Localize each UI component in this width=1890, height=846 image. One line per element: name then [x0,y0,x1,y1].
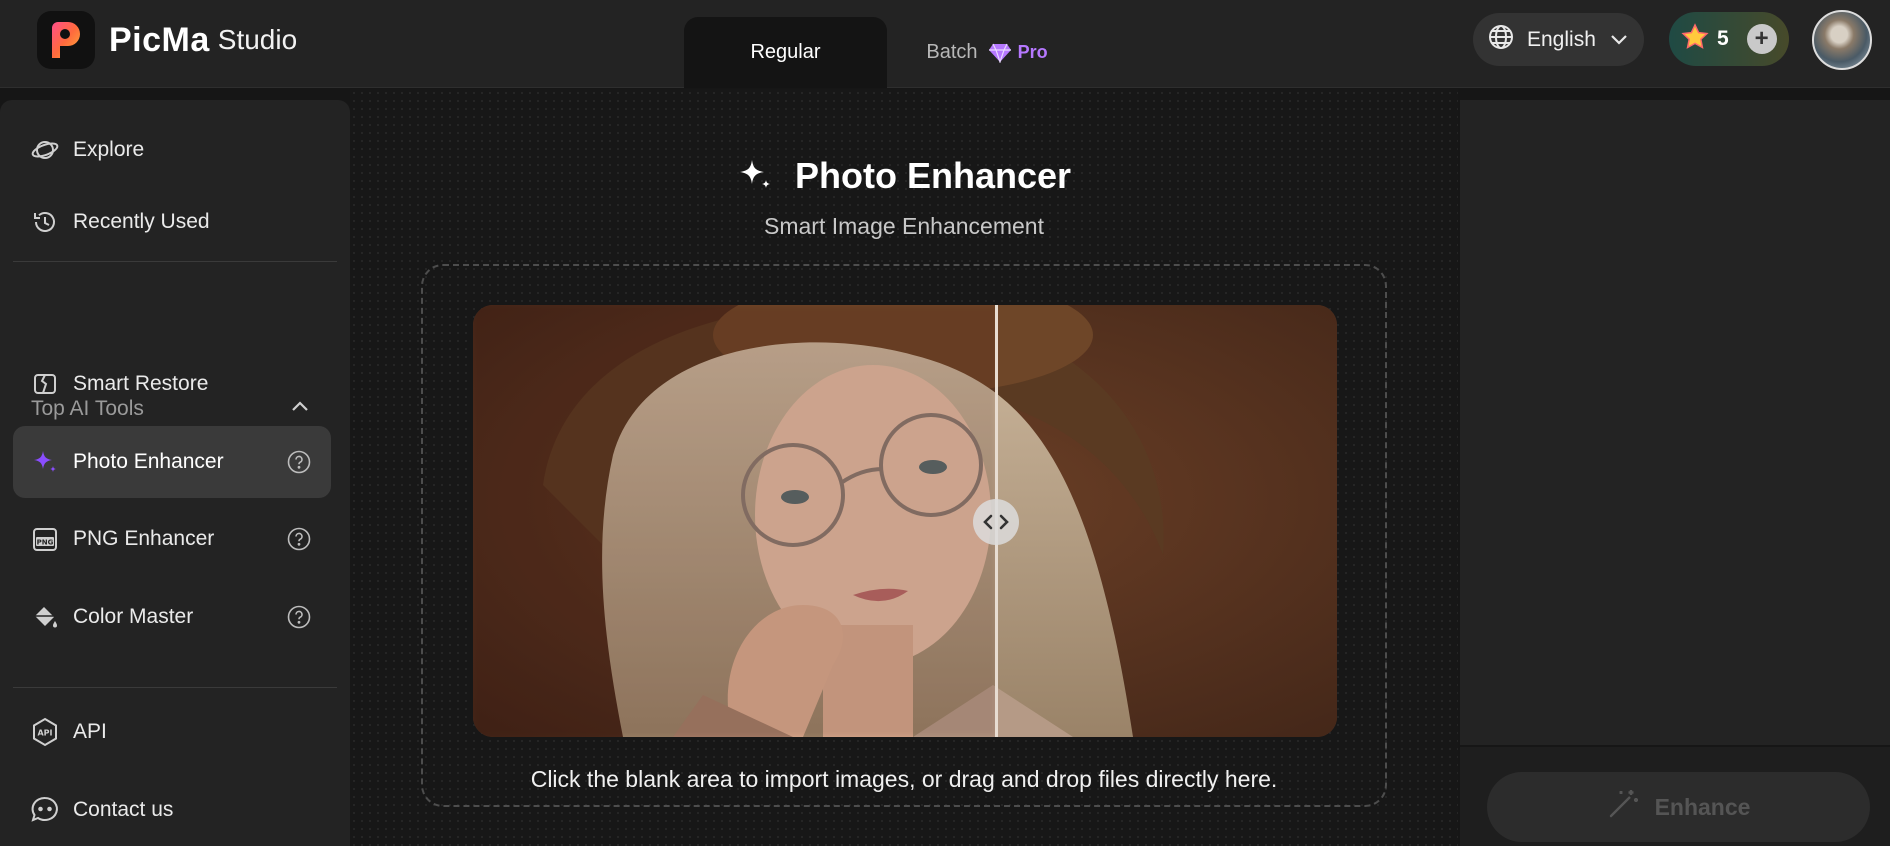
sidebar-item-label: Recently Used [73,210,210,233]
smart-restore-icon [30,369,60,399]
sidebar-item-explore[interactable]: Explore [13,114,331,186]
sidebar-item-contact[interactable]: Contact us [13,774,331,846]
top-bar: PicMa Studio Regular Batch Pro English 5… [0,0,1890,88]
globe-icon [1487,23,1515,57]
sidebar-item-photo-enhancer[interactable]: Photo Enhancer [13,426,331,498]
planet-icon [30,135,60,165]
upload-dropzone[interactable]: Click the blank area to import images, o… [421,264,1387,807]
sidebar-item-recent[interactable]: Recently Used [13,186,331,258]
sidebar-item-color-master[interactable]: Color Master [13,581,331,653]
magic-wand-icon [1607,788,1639,826]
language-selector[interactable]: English [1473,13,1644,66]
picma-logo-icon [37,11,95,69]
page-subtitle: Smart Image Enhancement [764,213,1044,239]
sparkle-icon [737,156,773,197]
chevron-down-icon [1610,34,1628,46]
page-title: Photo Enhancer [794,155,1072,196]
app-logo[interactable]: PicMa Studio [37,11,297,69]
sidebar-item-png-enhancer[interactable]: PNG PNG Enhancer [13,503,331,575]
svg-text:PNG: PNG [37,539,54,547]
sidebar-divider [13,687,337,688]
main-workspace: Photo Enhancer Smart Image Enhancement C… [350,89,1458,846]
page-header: Photo Enhancer [350,155,1458,197]
tab-batch-label: Batch [926,41,978,63]
tab-regular[interactable]: Regular [684,17,887,88]
diamond-icon [988,43,1012,63]
sidebar-item-label: API [73,720,107,743]
sparkle-icon [30,447,60,477]
sidebar-item-label: Explore [73,138,145,161]
sidebar: Explore Recently Used Top AI Tools Smart… [0,100,350,846]
add-credits-button[interactable]: + [1746,24,1777,54]
app-subtitle: Studio [217,24,298,55]
svg-text:API: API [37,729,52,738]
sidebar-item-label: Color Master [73,605,194,628]
sidebar-item-smart-restore[interactable]: Smart Restore [13,348,331,420]
tab-regular-label: Regular [750,41,821,63]
user-avatar[interactable] [1812,10,1872,70]
sidebar-item-api[interactable]: API API [13,696,331,768]
star-icon [1681,22,1709,56]
comparison-slider-handle[interactable] [973,499,1019,545]
app-name: PicMa [109,20,210,59]
chat-icon [30,795,60,825]
mode-tabs: Regular Batch Pro [684,17,1087,88]
enhance-button[interactable]: Enhance [1487,772,1870,842]
help-icon[interactable] [287,605,311,635]
png-icon: PNG [30,524,60,554]
sidebar-divider [13,261,337,262]
history-icon [30,207,60,237]
sidebar-item-label: Photo Enhancer [73,450,224,473]
paint-bucket-icon [30,602,60,632]
upload-hint: Click the blank area to import images, o… [530,766,1278,792]
sidebar-item-label: Smart Restore [73,372,209,395]
enhance-button-label: Enhance [1654,793,1751,820]
sidebar-item-label: PNG Enhancer [73,527,215,550]
language-label: English [1527,27,1596,51]
credits-badge[interactable]: 5 + [1669,12,1789,66]
tab-batch[interactable]: Batch Pro [887,17,1087,88]
sample-before-after-image [473,305,1337,737]
settings-panel [1460,100,1890,745]
credits-count: 5 [1717,27,1729,50]
pro-badge: Pro [1017,42,1048,62]
sidebar-item-label: Contact us [73,798,174,821]
help-icon[interactable] [287,450,311,480]
api-icon: API [30,717,60,747]
help-icon[interactable] [287,527,311,557]
